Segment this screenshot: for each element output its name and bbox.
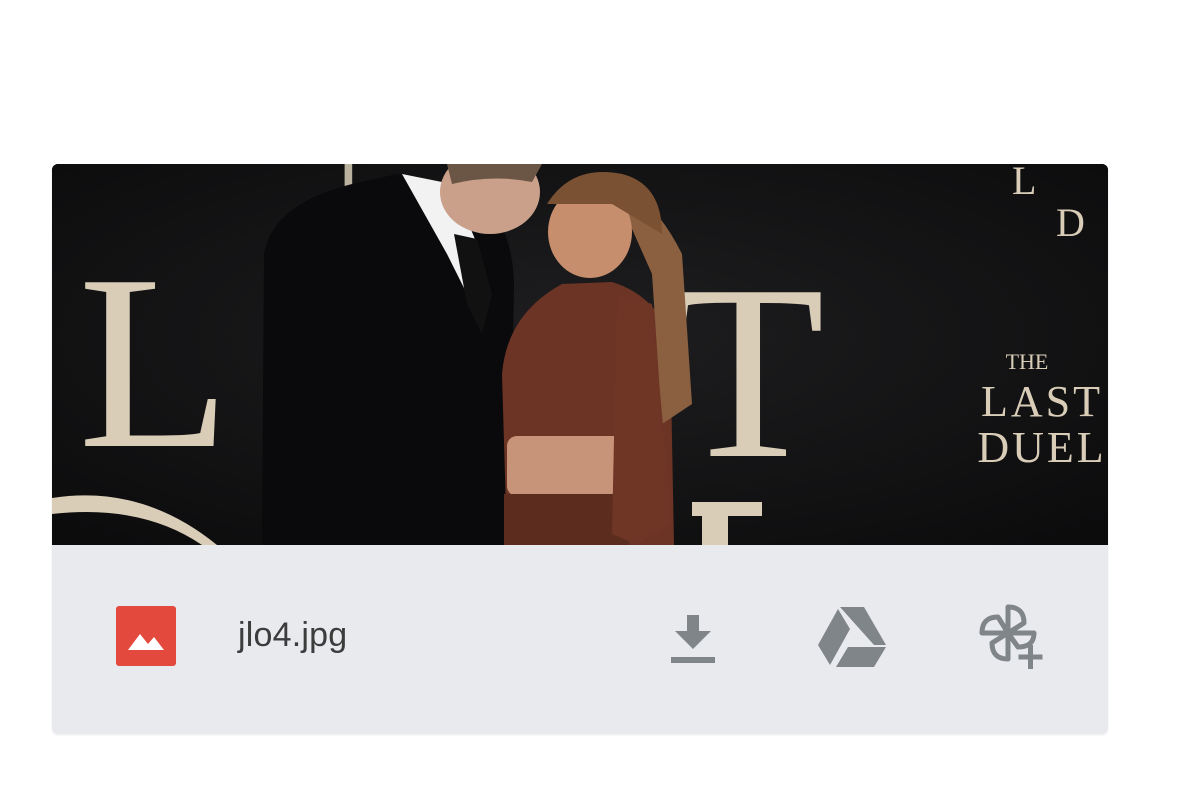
poster-line-3: DUEL [977,423,1106,472]
file-name[interactable]: jlo4.jpg [238,605,347,665]
download-icon [671,615,715,663]
image-file-icon [116,606,176,666]
svg-text:D: D [1056,200,1085,245]
attachment-card[interactable]: L T T L D THE LAST DUEL [52,164,1108,734]
svg-text:L: L [1012,164,1036,203]
backdrop-letter-t: T [672,234,825,511]
preview-photo: L T T L D THE LAST DUEL [52,164,1108,545]
poster-line-1: THE [1006,349,1049,374]
google-photos-add-icon [979,604,1043,669]
google-drive-icon [818,607,886,667]
save-to-drive-button[interactable] [812,597,892,677]
attachment-image-preview[interactable]: L T T L D THE LAST DUEL [52,164,1108,545]
download-button[interactable] [653,597,733,677]
poster-line-2: LAST [981,377,1103,426]
backdrop-letter-l: L [78,224,231,501]
add-to-photos-button[interactable] [972,597,1052,677]
attachment-footer: jlo4.jpg [52,545,1108,734]
